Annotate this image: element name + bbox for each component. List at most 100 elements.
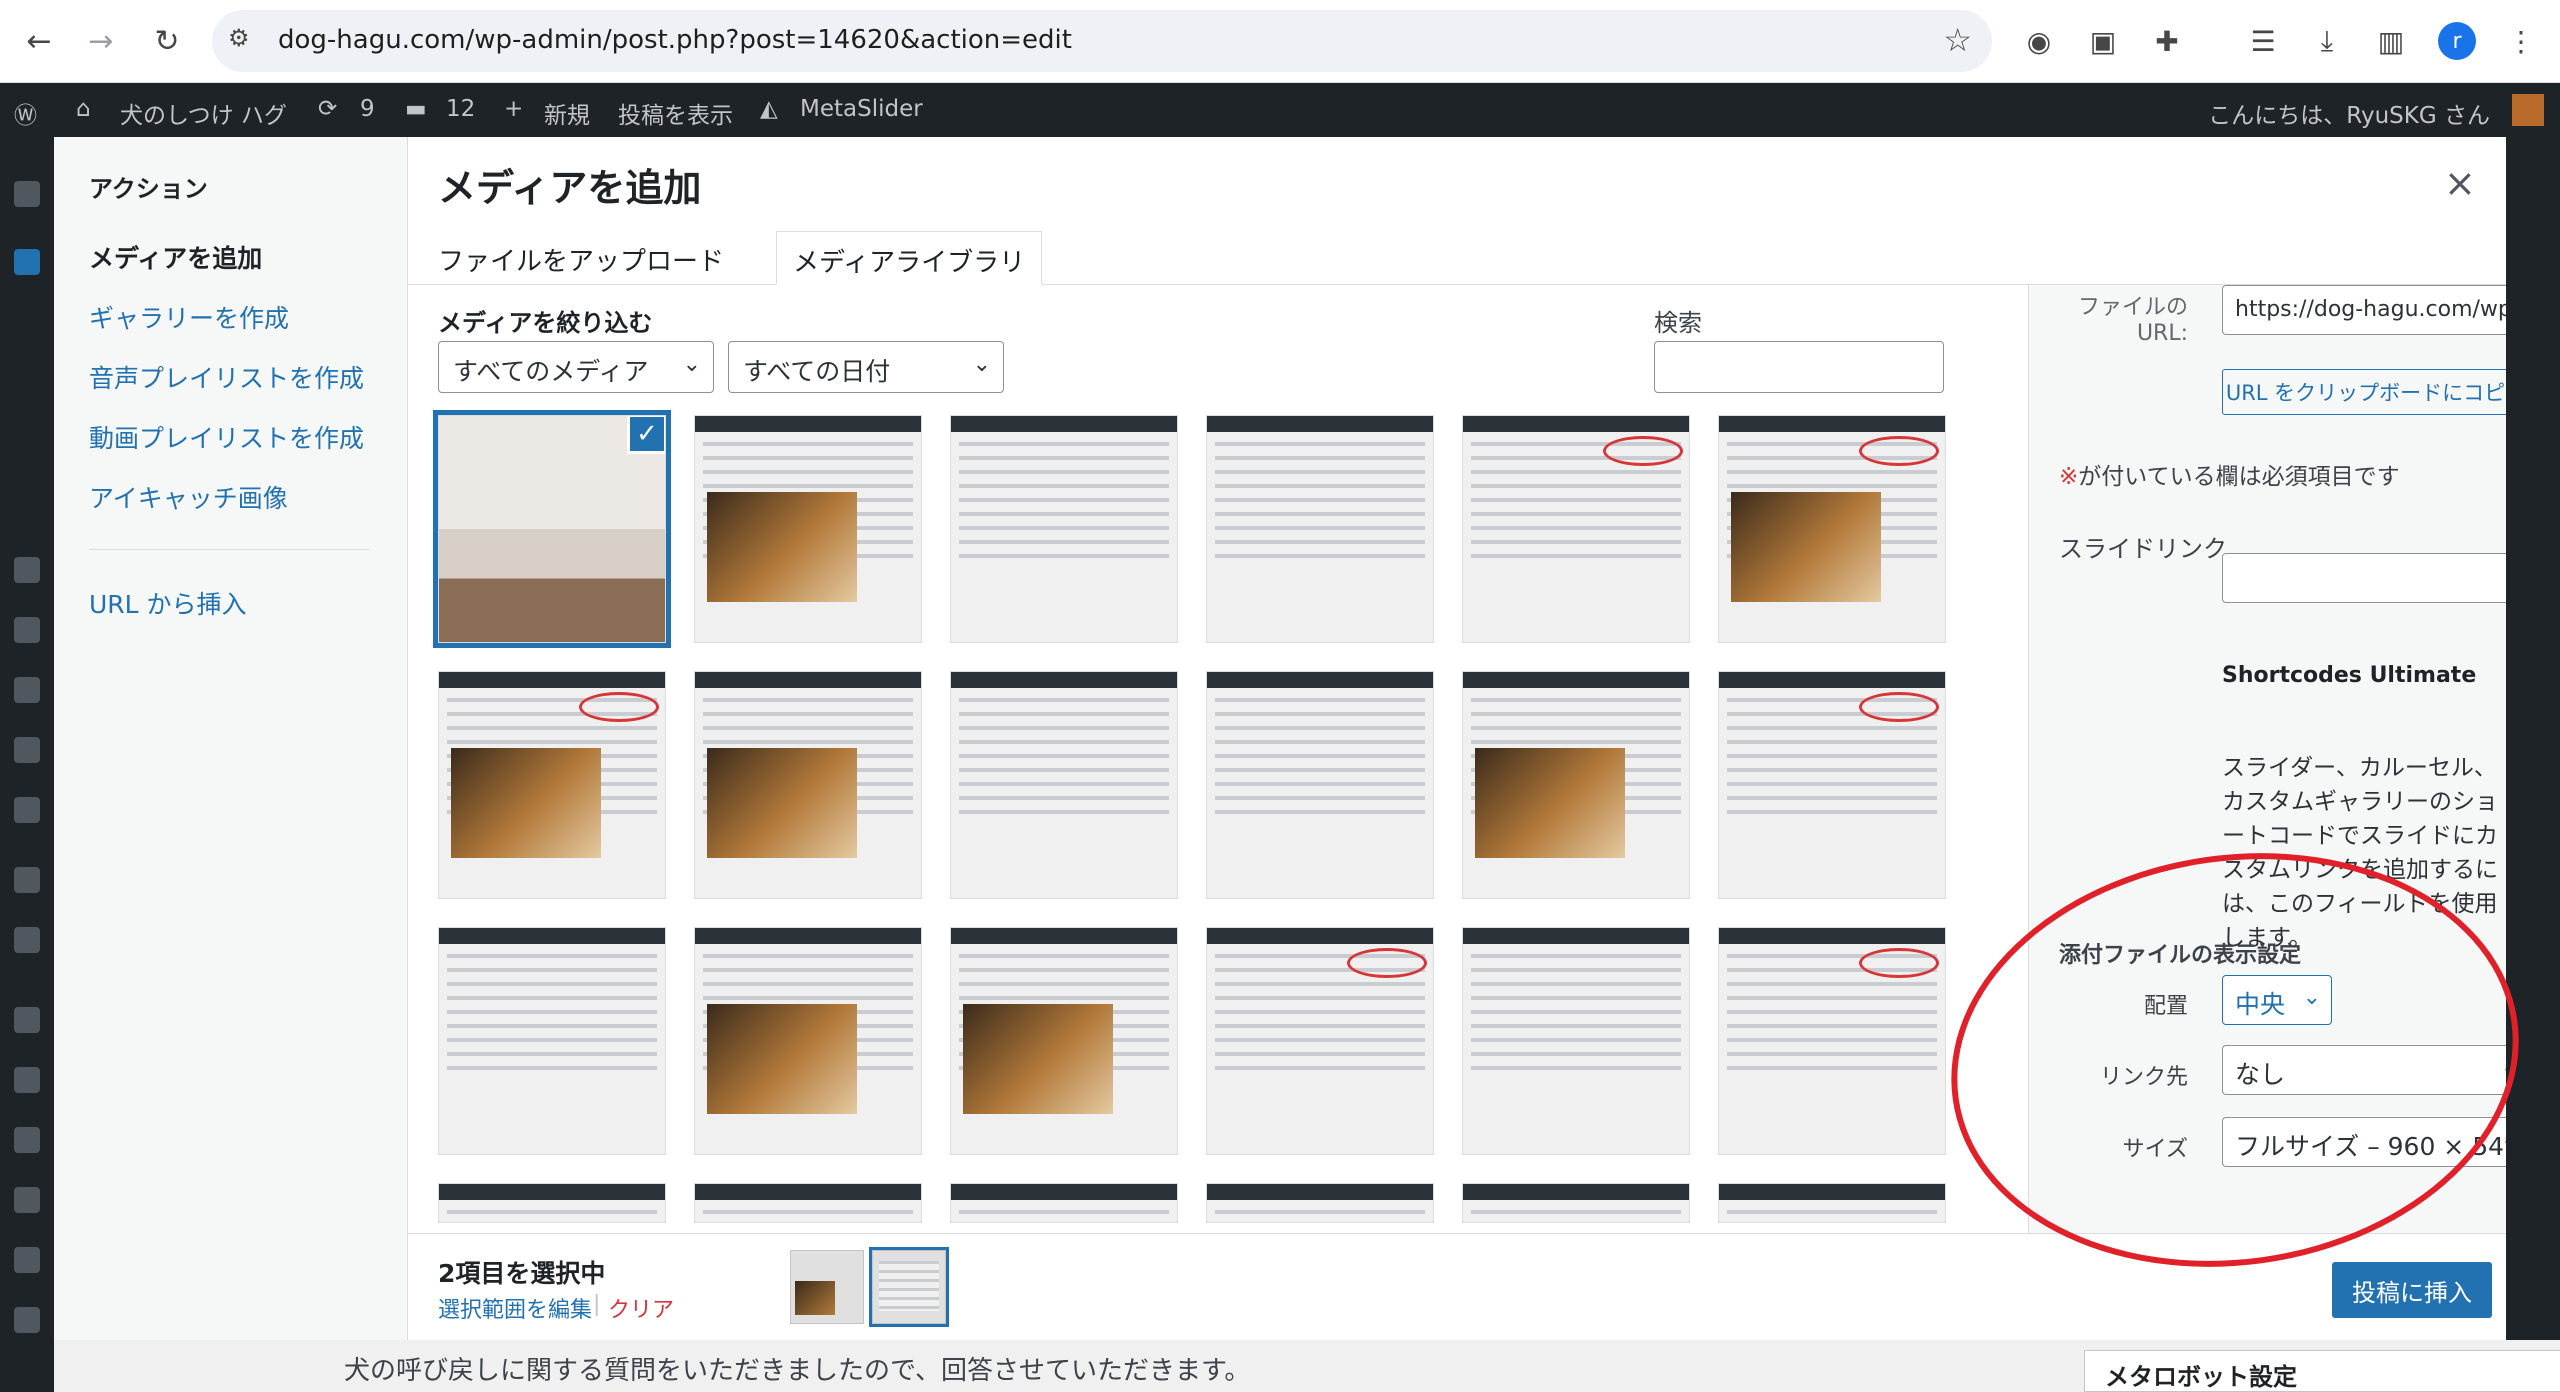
bookmark-star-icon[interactable]: ☆ (1943, 21, 1972, 59)
comments-count[interactable]: 12 (446, 96, 475, 122)
media-icon[interactable] (14, 557, 40, 583)
date-select[interactable]: すべての日付 ⌄ (728, 341, 1004, 393)
thumbnail-header-bar (951, 672, 1177, 688)
plus-icon[interactable]: + (504, 96, 523, 122)
tools-icon[interactable] (14, 1187, 40, 1213)
forward-arrow-icon[interactable]: → (80, 20, 122, 62)
new-content-link[interactable]: 新規 (544, 96, 590, 130)
site-name-link[interactable]: 犬のしつけ ハグ (120, 96, 287, 130)
wordpress-logo-icon[interactable]: Ⓦ (14, 96, 37, 130)
menu-item-featured-image[interactable]: アイキャッチ画像 (89, 479, 288, 515)
plugin-icon[interactable] (14, 867, 40, 893)
metabox-header[interactable]: メタロボット設定 (2084, 1350, 2560, 1392)
tab-media-library[interactable]: メディアライブラリ (776, 231, 1043, 285)
metaslider-link[interactable]: MetaSlider (800, 96, 923, 122)
view-post-link[interactable]: 投稿を表示 (618, 96, 733, 130)
user-avatar[interactable] (2512, 94, 2544, 126)
attachment-thumbnail[interactable] (1718, 1183, 1946, 1223)
selected-thumbnail[interactable] (869, 1247, 949, 1327)
attachment-thumbnail[interactable] (1206, 1183, 1434, 1223)
extensions-icon[interactable]: ✚ (2146, 20, 2188, 62)
appearance-icon[interactable] (14, 1007, 40, 1033)
back-arrow-icon[interactable]: ← (18, 20, 60, 62)
attachment-thumbnail[interactable] (950, 1183, 1178, 1223)
menu-item-audio-playlist[interactable]: 音声プレイリストを作成 (89, 359, 364, 395)
close-icon[interactable]: × (2444, 161, 2476, 205)
code-icon[interactable] (14, 1307, 40, 1333)
site-settings-icon[interactable]: ⚙ (228, 24, 260, 56)
download-icon[interactable]: ⤓ (2306, 20, 2348, 62)
insert-into-post-button[interactable]: 投稿に挿入 (2332, 1262, 2492, 1318)
reading-list-icon[interactable]: ☰ (2242, 20, 2284, 62)
attachment-thumbnail[interactable] (438, 1183, 666, 1223)
attachment-thumbnail[interactable] (1462, 415, 1690, 643)
plugins-icon[interactable] (14, 1067, 40, 1093)
posts-icon[interactable] (14, 249, 40, 275)
camera-icon[interactable]: ◉ (2018, 20, 2060, 62)
address-bar[interactable]: ⚙ dog-hagu.com/wp-admin/post.php?post=14… (212, 10, 1992, 72)
users-icon[interactable] (14, 1127, 40, 1153)
more-menu-icon[interactable]: ⋮ (2500, 20, 2542, 62)
attachment-thumbnail[interactable] (1718, 927, 1946, 1155)
account-greeting[interactable]: こんにちは、RyuSKG さん (2208, 96, 2490, 130)
comments-icon[interactable]: ▬ (405, 96, 427, 122)
search-label: 検索 (1654, 309, 1702, 337)
attachment-thumbnail[interactable] (694, 415, 922, 643)
attachment-thumbnail[interactable] (694, 671, 922, 899)
attachment-thumbnail[interactable] (1462, 1183, 1690, 1223)
attachment-thumbnail[interactable]: ✓ (433, 410, 671, 648)
attachment-thumbnail[interactable] (1206, 415, 1434, 643)
attachment-thumbnail[interactable] (1206, 927, 1434, 1155)
thumbnail-photo (1731, 492, 1881, 602)
folder-icon[interactable] (14, 927, 40, 953)
menu-item-video-playlist[interactable]: 動画プレイリストを作成 (89, 419, 364, 455)
tab-upload-files[interactable]: ファイルをアップロード (422, 231, 740, 285)
file-url-field[interactable]: https://dog-hagu.com/wp- (2222, 285, 2506, 335)
search-input[interactable] (1654, 341, 1944, 393)
attachment-thumbnail[interactable] (950, 671, 1178, 899)
menu-item-create-gallery[interactable]: ギャラリーを作成 (89, 299, 289, 335)
chevron-down-icon: ⌄ (2501, 1127, 2506, 1152)
dashboard-icon[interactable] (14, 181, 40, 207)
attachment-thumbnail[interactable] (1462, 927, 1690, 1155)
selected-thumbnail[interactable] (790, 1250, 864, 1324)
clear-selection-link[interactable]: クリア (608, 1292, 674, 1324)
profile-avatar[interactable]: r (2438, 22, 2476, 60)
side-panel-icon[interactable]: ▥ (2370, 20, 2412, 62)
address-url[interactable]: dog-hagu.com/wp-admin/post.php?post=1462… (278, 25, 1072, 55)
attachment-thumbnail[interactable] (694, 927, 922, 1155)
mail-icon[interactable] (14, 797, 40, 823)
links-icon[interactable] (14, 617, 40, 643)
updates-icon[interactable]: ⟳ (318, 96, 337, 122)
reload-icon[interactable]: ↻ (146, 20, 188, 62)
menu-item-add-media[interactable]: メディアを追加 (89, 239, 262, 275)
thumbnail-text-lines (1727, 1210, 1937, 1222)
home-icon[interactable]: ⌂ (76, 96, 91, 122)
metaslider-icon[interactable]: ◭ (760, 96, 778, 122)
attachment-thumbnail[interactable] (950, 415, 1178, 643)
attachment-thumbnail[interactable] (1206, 671, 1434, 899)
edit-selection-link[interactable]: 選択範囲を編集 (438, 1292, 592, 1324)
thumbnail-header-bar (695, 928, 921, 944)
media-type-select[interactable]: すべてのメディア ⌄ (438, 341, 714, 393)
comments-menu-icon[interactable] (14, 737, 40, 763)
updates-count[interactable]: 9 (360, 96, 375, 122)
thumbnail-text-lines (447, 954, 657, 1074)
slide-link-field[interactable] (2222, 553, 2506, 603)
menu-item-insert-from-url[interactable]: URL から挿入 (89, 585, 247, 621)
checkmark-icon[interactable]: ✓ (627, 416, 665, 454)
settings-icon[interactable] (14, 1247, 40, 1273)
attachment-thumbnail[interactable] (1718, 415, 1946, 643)
thumbnail-red-circle (1603, 436, 1683, 466)
copy-url-button[interactable]: URL をクリップボードにコピー (2222, 369, 2506, 415)
attachment-thumbnail[interactable] (950, 927, 1178, 1155)
thumbnail-header-bar (439, 1184, 665, 1200)
attachment-thumbnail[interactable] (438, 671, 666, 899)
image-icon[interactable]: ▣ (2082, 20, 2124, 62)
attachment-thumbnail[interactable] (1718, 671, 1946, 899)
attachment-thumbnail[interactable] (1462, 671, 1690, 899)
attachments-browser: メディアを絞り込む すべてのメディア ⌄ すべての日付 ⌄ 検索 ✓ (408, 285, 2028, 1233)
attachment-thumbnail[interactable] (438, 927, 666, 1155)
attachment-thumbnail[interactable] (694, 1183, 922, 1223)
pages-icon[interactable] (14, 677, 40, 703)
